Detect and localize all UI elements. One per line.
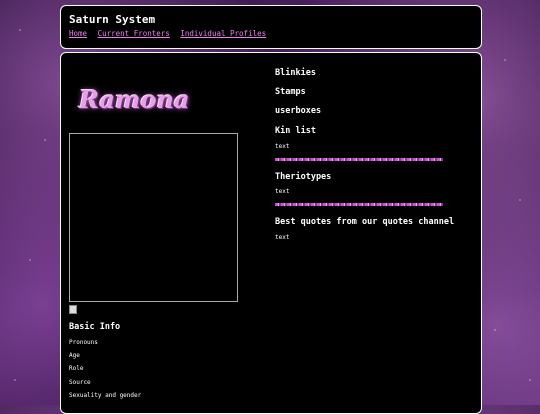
- info-item-pronouns: Pronouns: [69, 339, 98, 346]
- profile-image-placeholder: [69, 133, 238, 302]
- kin-list-heading: Kin list: [275, 126, 316, 136]
- theriotypes-text: text: [275, 188, 290, 195]
- main-panel: Ramona Basic Info Pronouns Age Role Sour…: [60, 52, 482, 414]
- quotes-text: text: [275, 234, 290, 241]
- sparkle-divider: [275, 158, 443, 161]
- quotes-heading: Best quotes from our quotes channel: [275, 217, 455, 227]
- site-title: Saturn System: [69, 13, 156, 26]
- info-item-source: Source: [69, 379, 91, 386]
- theriotypes-heading: Theriotypes: [275, 172, 332, 182]
- stamps-heading: Stamps: [275, 87, 306, 97]
- nav-link-individual-profiles[interactable]: Individual Profiles: [180, 29, 266, 38]
- nav-link-current-fronters[interactable]: Current Fronters: [98, 29, 170, 38]
- broken-image-icon: [69, 305, 77, 314]
- basic-info-heading: Basic Info: [69, 322, 121, 332]
- header-panel: Saturn System Home Current Fronters Indi…: [60, 5, 482, 49]
- nav-bar: Home Current Fronters Individual Profile…: [69, 29, 272, 38]
- nav-link-home[interactable]: Home: [69, 29, 87, 38]
- info-item-age: Age: [69, 352, 80, 359]
- profile-name-logo: Ramona: [79, 85, 190, 114]
- info-item-role: Role: [69, 365, 84, 372]
- sparkle-divider: [275, 203, 443, 206]
- userboxes-heading: userboxes: [275, 106, 322, 116]
- kin-list-text: text: [275, 143, 290, 150]
- info-item-sexuality-gender: Sexuality and gender: [69, 392, 142, 399]
- blinkies-heading: Blinkies: [275, 68, 316, 78]
